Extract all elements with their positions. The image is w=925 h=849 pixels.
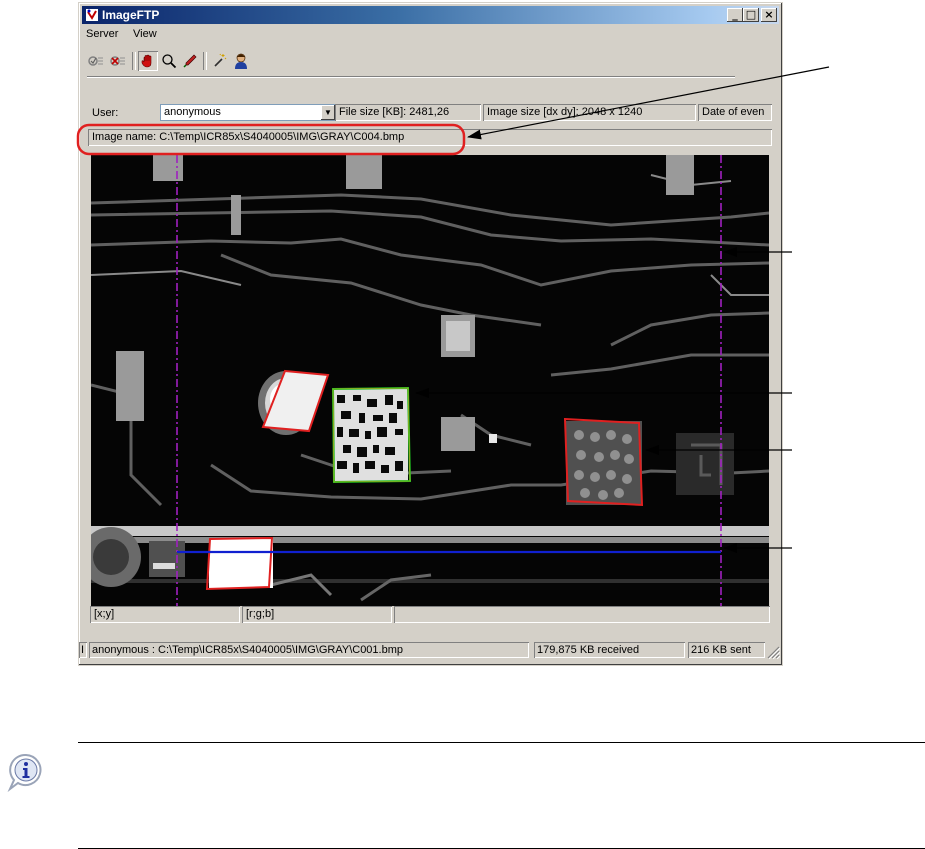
minimize-button[interactable]: _ [727,8,743,22]
rgb-values: [r;g;b] [246,608,275,620]
status-sent: 216 KB sent [688,642,765,658]
xy-coords-panel: [x;y] [90,606,240,623]
zoom-button[interactable] [159,51,179,71]
toolbar-separator [132,52,136,70]
xy-coords: [x;y] [94,608,115,620]
note-top-rule [78,742,925,743]
info-icon [7,753,42,792]
menu-bar: Server View [82,26,779,44]
wand-button[interactable] [209,51,229,71]
app-icon [86,9,98,21]
user-label: User: [92,107,119,119]
image-name: Image name: C:\Temp\ICR85x\S4040005\IMG\… [92,131,405,143]
status-indicator: I [79,642,87,658]
maximize-button[interactable]: □ [743,8,759,22]
file-size-panel: File size [KB]: 2481,26 [335,104,481,121]
connect-button[interactable] [86,51,106,71]
zoom-icon [162,54,177,69]
imageftp-window: ImageFTP _ □ × Server View User: anonymo… [78,2,783,666]
user-combobox[interactable]: anonymous ▼ [160,104,336,121]
menu-view[interactable]: View [133,28,157,40]
close-button[interactable]: × [761,8,777,22]
toolbar-separator [203,52,207,70]
image-size: Image size [dx dy]: 2048 x 1240 [487,106,643,118]
pcb-image [91,155,769,606]
hand-icon [141,54,152,68]
date-panel: Date of even [698,104,772,121]
disconnect-icon [110,56,125,66]
disconnect-button[interactable] [108,51,128,71]
user-icon [235,53,247,69]
extra-info-panel [394,606,770,623]
user-button[interactable] [231,51,251,71]
toolbar [82,49,779,73]
user-value: anonymous [164,106,221,118]
window-title: ImageFTP [102,8,160,22]
toolbar-divider [87,76,735,78]
status-path: anonymous : C:\Temp\ICR85x\S4040005\IMG\… [89,642,529,658]
wand-icon [214,53,227,67]
date-of-event: Date of even [702,106,765,118]
status-received: 179,875 KB received [534,642,685,658]
chevron-down-icon[interactable]: ▼ [321,105,335,120]
rgb-values-panel: [r;g;b] [242,606,392,623]
file-size: File size [KB]: 2481,26 [339,106,450,118]
menu-server[interactable]: Server [86,28,118,40]
resize-grip-icon[interactable] [767,646,780,659]
pen-icon [183,54,197,68]
title-bar[interactable]: ImageFTP _ □ × [82,6,779,24]
pen-button[interactable] [180,51,200,71]
image-view[interactable] [91,155,769,606]
image-name-panel: Image name: C:\Temp\ICR85x\S4040005\IMG\… [88,129,772,146]
status-bar: I anonymous : C:\Temp\ICR85x\S4040005\IM… [79,641,782,663]
connect-icon [88,56,103,66]
image-size-panel: Image size [dx dy]: 2048 x 1240 [483,104,696,121]
pan-button[interactable] [138,51,158,71]
